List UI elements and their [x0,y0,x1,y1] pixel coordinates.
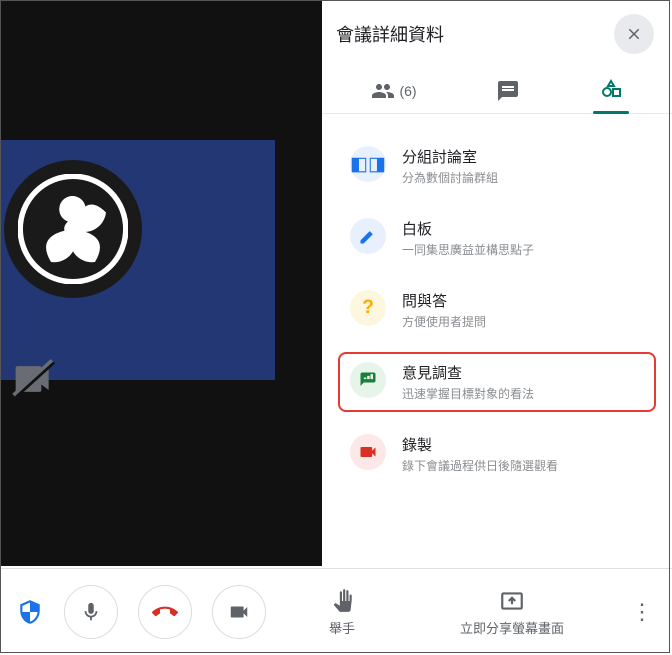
mic-button[interactable] [64,585,118,639]
activity-title: 錄製 [402,434,558,455]
whiteboard-icon [350,218,386,254]
activity-record[interactable]: 錄製 錄下會議過程供日後隨選觀看 [340,426,654,482]
activity-desc: 一同集思廣益並構思點子 [402,241,534,258]
panel-tabs: (6) [322,64,672,114]
breakout-icon: ◧◨ [350,146,386,182]
activities-list: ◧◨ 分組討論室 分為數個討論群組 白板 一同集思廣益並構思點子 ? 問與答 [322,114,672,506]
qa-icon: ? [350,290,386,326]
shield-icon[interactable] [16,598,44,626]
raise-hand-label: 舉手 [329,618,355,637]
activity-title: 分組討論室 [402,146,498,167]
camera-button[interactable] [212,585,266,639]
tab-chat[interactable] [482,69,534,113]
present-label: 立即分享螢幕畫面 [460,618,564,637]
activity-title: 問與答 [402,290,486,311]
people-count: (6) [399,83,416,99]
hangup-button[interactable] [138,585,192,639]
activity-desc: 錄下會議過程供日後隨選觀看 [402,457,558,474]
details-panel: 會議詳細資料 (6) ◧◨ 分組討論室 分為數個討論群組 [322,0,672,566]
present-button[interactable]: 立即分享螢幕畫面 [452,588,572,637]
poll-icon [350,362,386,398]
bottom-bar: 舉手 立即分享螢幕畫面 ⋮ [0,568,672,655]
activity-title: 白板 [402,218,534,239]
activity-desc: 方便使用者提問 [402,313,486,330]
close-button[interactable] [614,14,654,54]
activity-poll[interactable]: 意見調查 迅速掌握目標對象的看法 [340,354,654,410]
camera-off-icon [10,357,58,406]
more-options-button[interactable]: ⋮ [622,599,662,625]
activity-desc: 迅速掌握目標對象的看法 [402,385,534,402]
activity-qa[interactable]: ? 問與答 方便使用者提問 [340,282,654,338]
activity-title: 意見調查 [402,362,534,383]
activity-desc: 分為數個討論群組 [402,169,498,186]
tab-people[interactable]: (6) [357,69,430,113]
record-icon [350,434,386,470]
raise-hand-button[interactable]: 舉手 [282,588,402,637]
panel-title: 會議詳細資料 [336,21,444,47]
participant-avatar [4,160,142,298]
activity-whiteboard[interactable]: 白板 一同集思廣益並構思點子 [340,210,654,266]
activity-breakout[interactable]: ◧◨ 分組討論室 分為數個討論群組 [340,138,654,194]
video-area [0,0,322,566]
tab-activities[interactable] [585,69,637,113]
